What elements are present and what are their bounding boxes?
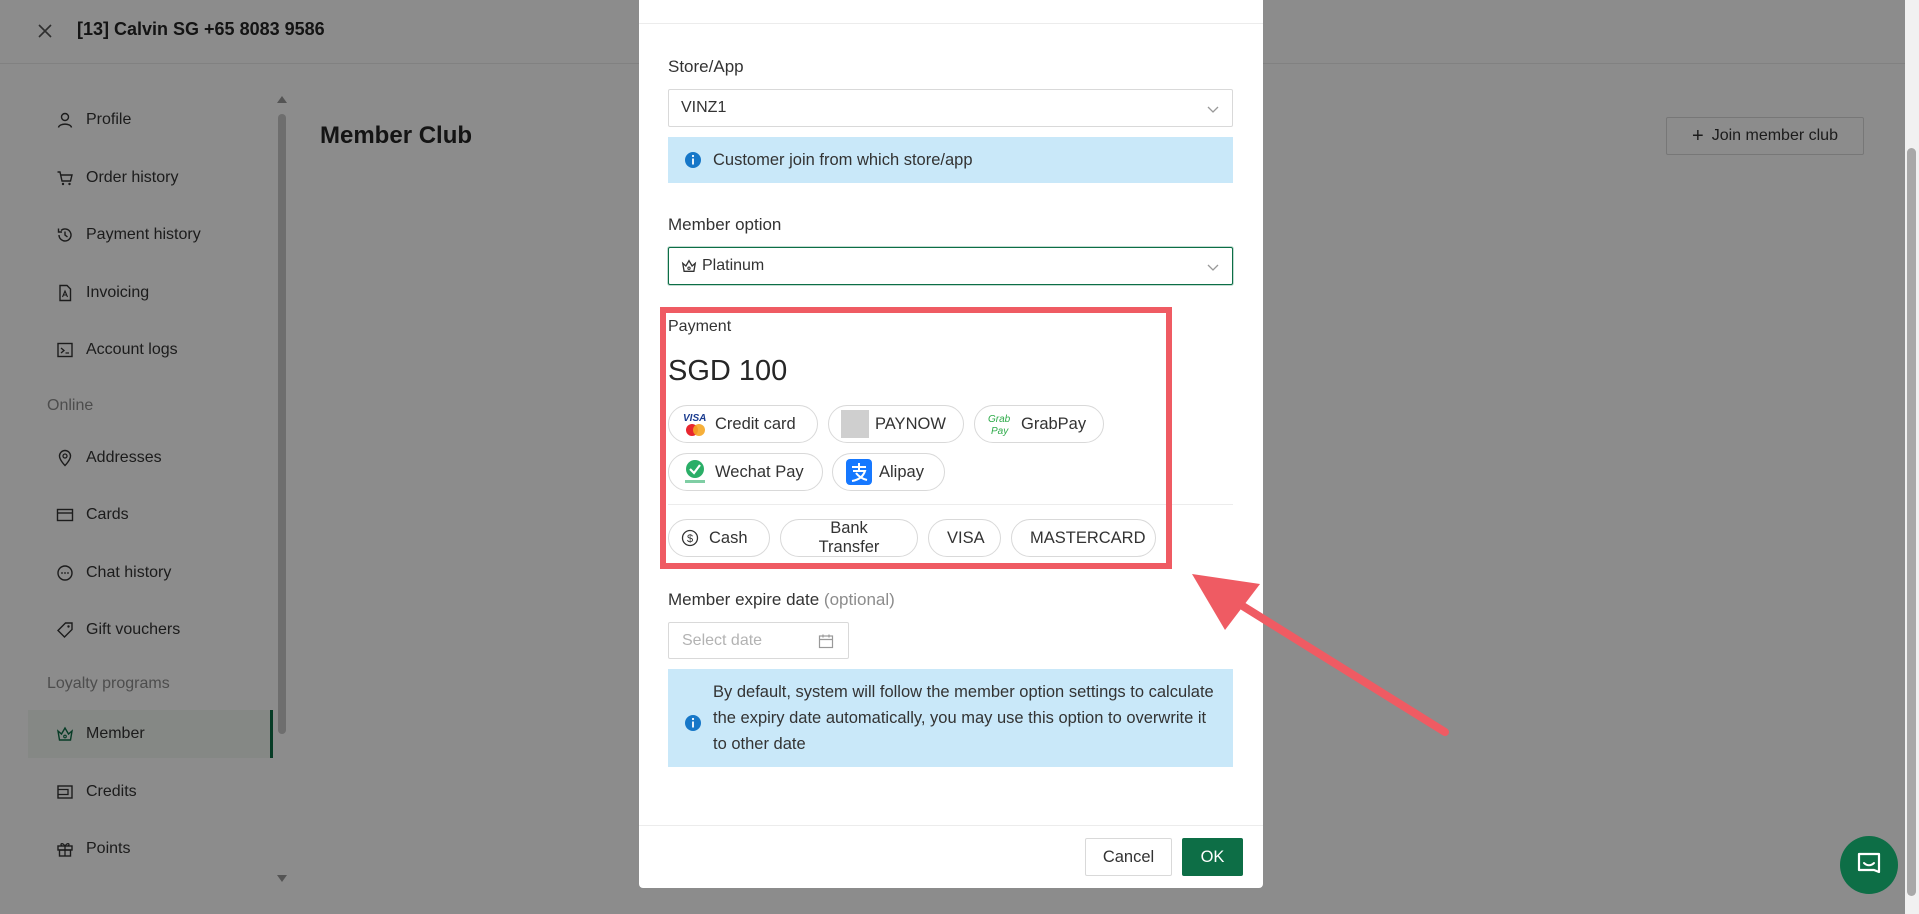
member-option-value: Platinum [702, 257, 765, 274]
store-app-select[interactable]: VINZ1 [668, 89, 1233, 127]
date-placeholder: Select date [682, 631, 763, 649]
payment-highlight-box [660, 307, 1172, 569]
info-icon [685, 152, 701, 168]
chevron-down-icon [1207, 106, 1219, 113]
expire-label-text: Member expire date [668, 590, 820, 609]
expire-info-box: By default, system will follow the membe… [668, 669, 1233, 767]
member-option-label: Member option [668, 215, 782, 234]
modal-footer-divider [639, 825, 1263, 826]
member-option-select[interactable]: Platinum [668, 247, 1233, 285]
store-app-value: VINZ1 [681, 99, 727, 116]
chat-bubble-icon [1857, 852, 1881, 874]
chat-launcher-button[interactable] [1840, 836, 1898, 894]
chevron-down-icon [1207, 264, 1219, 271]
optional-text: (optional) [823, 590, 895, 609]
expire-date-picker[interactable]: Select date [668, 622, 849, 659]
info-icon [685, 715, 701, 731]
expire-info-text: By default, system will follow the membe… [713, 683, 1214, 753]
cancel-button[interactable]: Cancel [1085, 838, 1172, 876]
member-expire-date-label: Member expire date (optional) [668, 590, 895, 610]
window-scrollbar-thumb[interactable] [1907, 148, 1916, 896]
store-info-box: Customer join from which store/app [668, 137, 1233, 183]
modal-divider [639, 23, 1263, 24]
annotation-arrow-icon [1192, 574, 1449, 736]
ok-button[interactable]: OK [1182, 838, 1243, 876]
store-info-text: Customer join from which store/app [713, 151, 973, 169]
crown-icon [681, 259, 697, 272]
store-app-label: Store/App [668, 57, 744, 76]
calendar-icon [818, 634, 834, 649]
